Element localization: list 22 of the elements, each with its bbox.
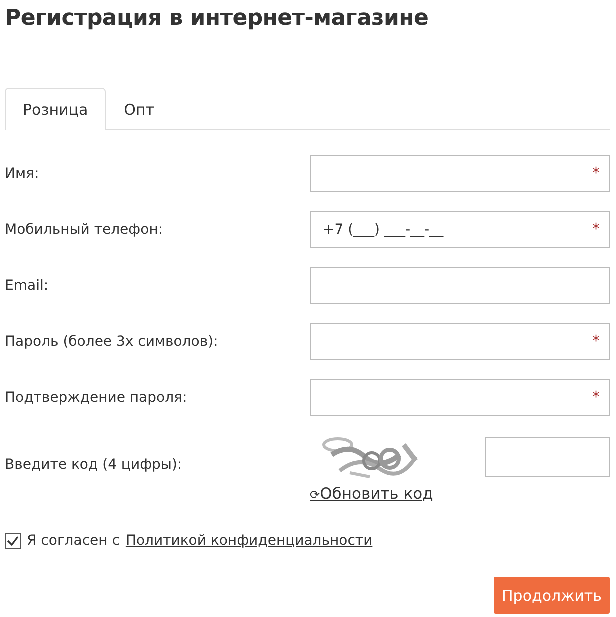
- input-field[interactable]: [485, 437, 610, 477]
- field-label: Подтверждение пароля:: [5, 390, 188, 406]
- input-field[interactable]: [310, 267, 610, 304]
- field-label: Пароль (более 3х символов):: [5, 334, 218, 350]
- required-mark: *: [592, 164, 600, 182]
- privacy-link[interactable]: Политикой конфиденциальности: [126, 533, 373, 549]
- page-title: Регистрация в интернет-магазине: [5, 5, 430, 33]
- required-mark: *: [592, 332, 600, 350]
- required-mark: *: [592, 220, 600, 238]
- checkbox[interactable]: [5, 533, 21, 549]
- required-mark: *: [592, 388, 600, 406]
- tab[interactable]: Розница: [5, 88, 106, 130]
- field-label: Email:: [5, 278, 49, 294]
- input-field[interactable]: [310, 323, 610, 360]
- field-label: Мобильный телефон:: [5, 222, 164, 238]
- tab[interactable]: Опт: [106, 88, 173, 130]
- input-field[interactable]: [310, 155, 610, 192]
- field-label: Имя:: [5, 166, 40, 182]
- input-field[interactable]: [310, 379, 610, 416]
- refresh-link[interactable]: ⟳Обновить код: [310, 485, 434, 503]
- field-label: Введите код (4 цифры):: [5, 457, 182, 473]
- agreement-text: Я согласен с: [27, 533, 120, 549]
